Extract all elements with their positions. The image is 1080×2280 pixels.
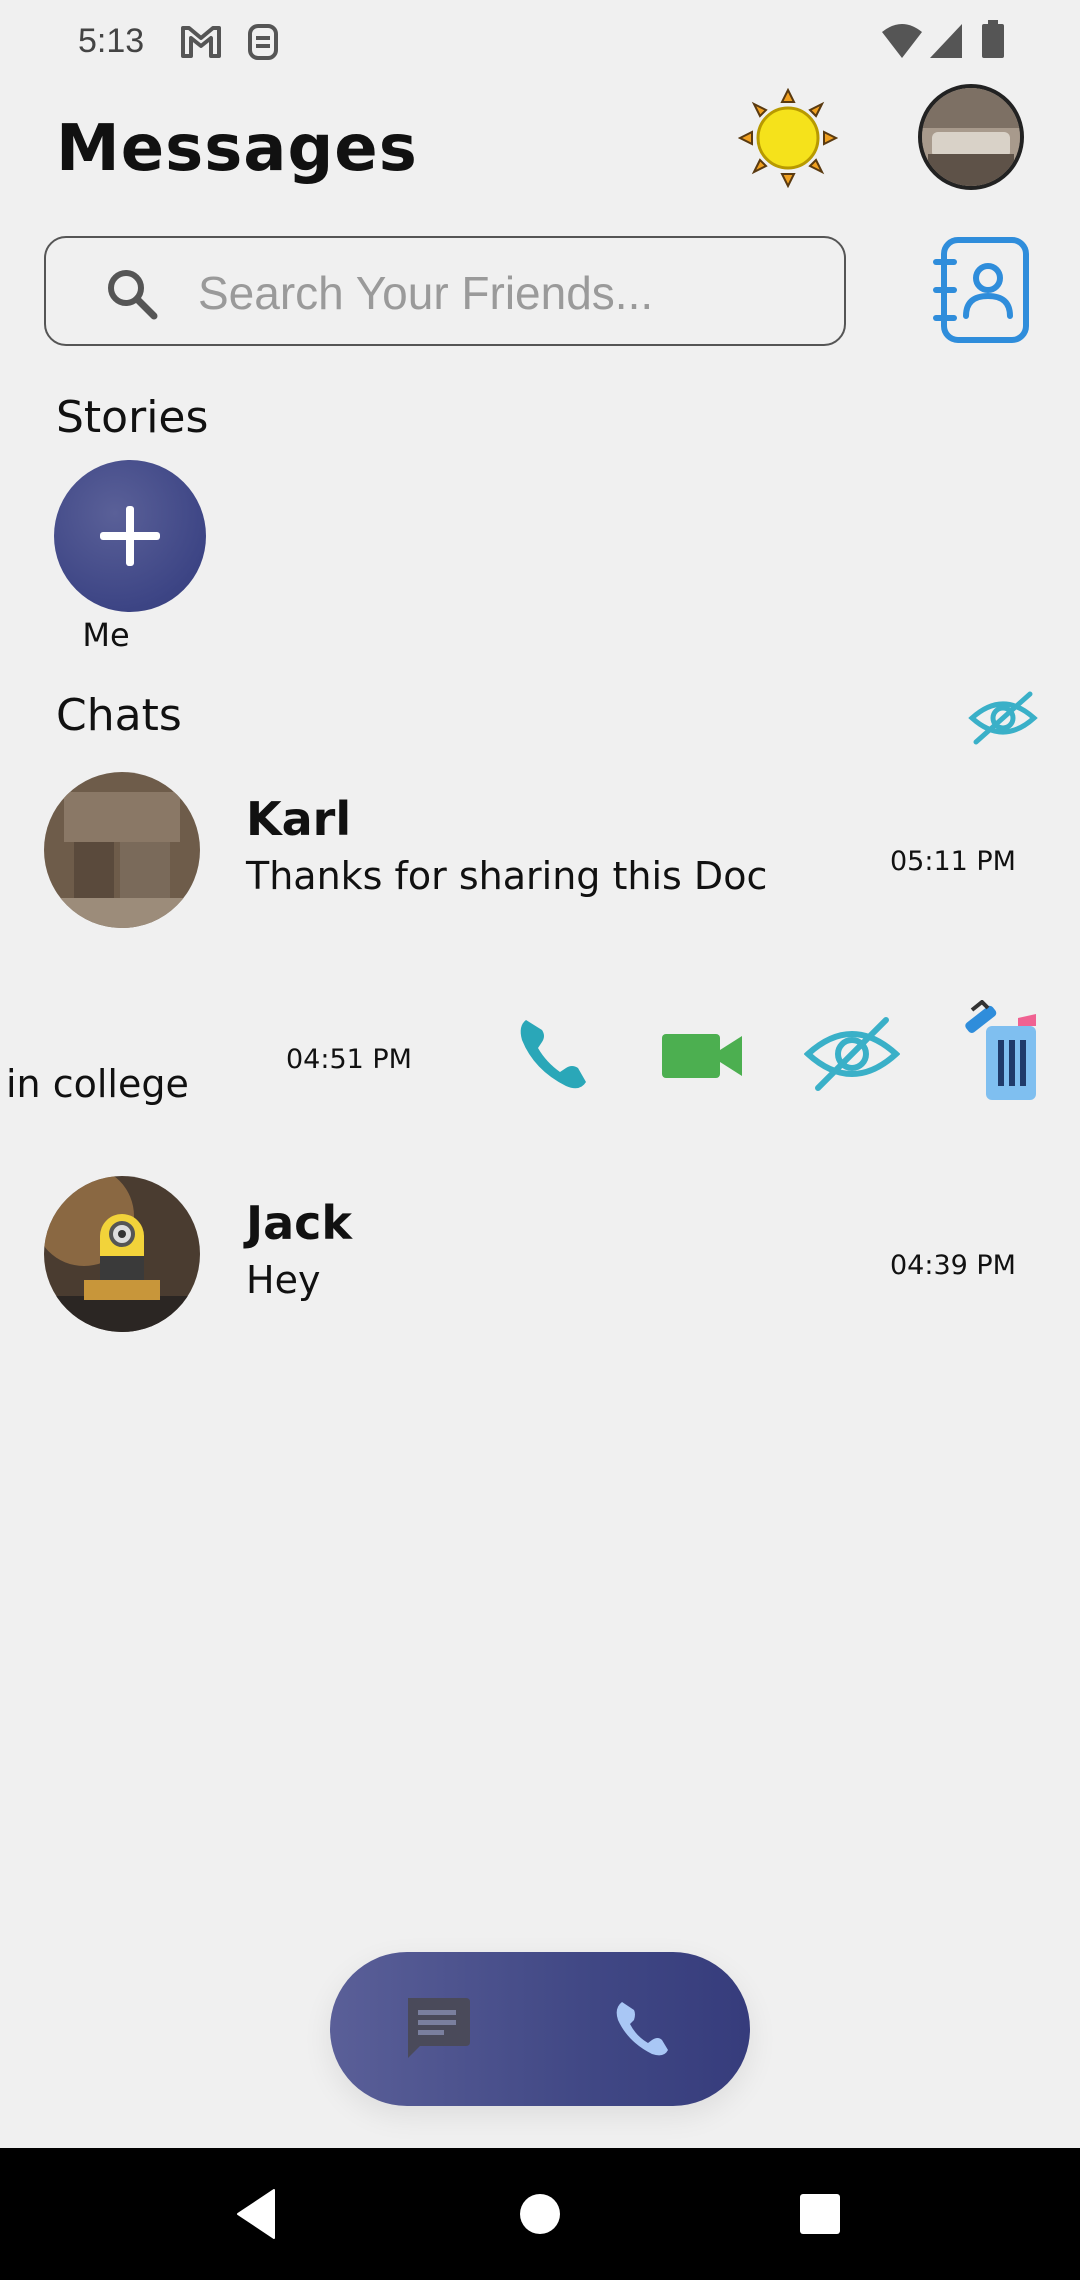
avatar <box>44 772 200 928</box>
chat-row-jack[interactable]: Jack Hey 04:39 PM <box>0 1176 1080 1346</box>
story-label: Me <box>82 616 130 654</box>
chat-time: 04:39 PM <box>890 1250 1016 1281</box>
chat-last-message: Hey <box>246 1258 321 1302</box>
contacts-book-icon <box>933 237 1029 343</box>
battery-icon <box>982 20 1004 58</box>
theme-toggle-button[interactable] <box>737 87 839 189</box>
eye-off-icon <box>968 691 1038 745</box>
chat-name: Jack <box>246 1196 353 1250</box>
search-input[interactable] <box>198 258 818 328</box>
profile-avatar[interactable] <box>918 84 1024 190</box>
eye-off-icon <box>803 1017 901 1091</box>
page-title: Messages <box>56 112 418 186</box>
chat-time: 05:11 PM <box>890 846 1016 877</box>
chats-tab[interactable] <box>400 1992 474 2066</box>
chat-row-karl[interactable]: Karl Thanks for sharing this Doc 05:11 P… <box>0 772 1080 942</box>
profile-photo <box>922 88 1020 186</box>
recents-icon[interactable] <box>790 2184 850 2244</box>
chat-time: 04:51 PM <box>286 1044 412 1075</box>
stories-title: Stories <box>56 392 209 443</box>
chat-last-message[interactable]: in college <box>6 1062 189 1106</box>
hide-chats-button[interactable] <box>968 688 1038 748</box>
call-action-button[interactable] <box>506 1006 602 1102</box>
status-bar: 5:13 <box>0 0 1080 84</box>
trash-icon <box>965 999 1036 1100</box>
video-call-action-button[interactable] <box>656 1006 752 1102</box>
calls-tab[interactable] <box>606 1992 680 2066</box>
phone-icon <box>616 2002 668 2056</box>
hide-chat-action-button[interactable] <box>803 1006 901 1102</box>
bottom-tab-bar <box>330 1952 750 2106</box>
wifi-icon <box>882 24 922 58</box>
search-icon <box>108 270 158 320</box>
signal-icon <box>930 24 962 58</box>
add-story-button[interactable] <box>54 460 206 612</box>
search-bar[interactable] <box>44 236 846 346</box>
avatar <box>44 1176 200 1332</box>
chat-last-message: Thanks for sharing this Doc <box>246 854 768 898</box>
sync-icon <box>248 24 278 60</box>
home-icon[interactable] <box>510 2184 570 2244</box>
back-icon[interactable] <box>230 2184 290 2244</box>
status-time: 5:13 <box>78 22 145 60</box>
gmail-icon <box>181 26 221 58</box>
system-nav-bar <box>0 2148 1080 2280</box>
contacts-button[interactable] <box>932 236 1030 344</box>
chat-name: Karl <box>246 792 352 846</box>
delete-chat-action-button[interactable] <box>962 999 1042 1104</box>
chat-icon <box>408 1998 470 2058</box>
chats-title: Chats <box>56 690 182 741</box>
video-call-icon <box>662 1034 742 1078</box>
phone-icon <box>520 1020 586 1089</box>
sun-icon <box>737 87 839 189</box>
